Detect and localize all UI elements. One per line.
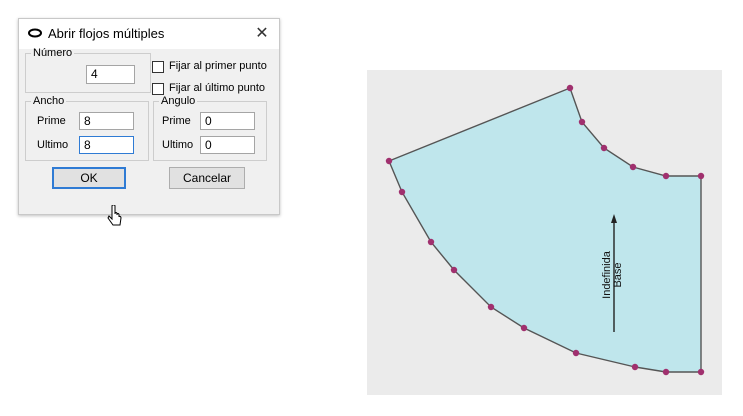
pattern-point[interactable] <box>427 238 435 246</box>
mouse-cursor-icon <box>107 205 122 226</box>
pattern-point[interactable] <box>520 324 528 332</box>
pattern-point[interactable] <box>398 188 406 196</box>
last-point-checkbox[interactable] <box>152 83 164 95</box>
pattern-point[interactable] <box>600 144 608 152</box>
pattern-drawing: Indefinida Base <box>385 84 705 376</box>
dialog-titlebar: Abrir flojos múltiples ✕ <box>19 19 279 49</box>
pattern-point[interactable] <box>697 368 705 376</box>
pattern-point[interactable] <box>572 349 580 357</box>
ancho-ultimo-label: Ultimo <box>37 139 69 151</box>
last-point-label: Fijar al último punto <box>169 82 265 94</box>
angulo-prime-label: Prime <box>162 115 191 127</box>
ancho-prime-label: Prime <box>37 115 66 127</box>
dialog-title: Abrir flojos múltiples <box>48 26 165 41</box>
close-button[interactable]: ✕ <box>251 23 273 45</box>
ancho-prime-input[interactable]: 8 <box>79 112 134 130</box>
pattern-point[interactable] <box>662 172 670 180</box>
cancel-button[interactable]: Cancelar <box>169 167 245 189</box>
pattern-piece[interactable] <box>388 87 702 373</box>
ancho-legend: Ancho <box>33 95 65 107</box>
pattern-point[interactable] <box>487 303 495 311</box>
ancho-ultimo-input[interactable]: 8 <box>79 136 134 154</box>
pattern-point[interactable] <box>385 157 393 165</box>
angulo-ultimo-input[interactable]: 0 <box>200 136 255 154</box>
pattern-point[interactable] <box>450 266 458 274</box>
pattern-point[interactable] <box>697 172 705 180</box>
numero-legend: Número <box>33 47 73 59</box>
numero-input[interactable]: 4 <box>86 65 135 84</box>
first-point-label: Fijar al primer punto <box>169 60 267 72</box>
pattern-point[interactable] <box>629 163 637 171</box>
pattern-point[interactable] <box>631 363 639 371</box>
pattern-point[interactable] <box>578 118 586 126</box>
pattern-point[interactable] <box>662 368 670 376</box>
pattern-label-base: Base <box>612 262 624 287</box>
dialog-window: Abrir flojos múltiples ✕ Número 4 Fijar … <box>18 18 280 226</box>
pattern-canvas[interactable]: Indefinida Base <box>367 70 722 395</box>
angulo-prime-input[interactable]: 0 <box>200 112 255 130</box>
ok-button[interactable]: OK <box>52 167 126 189</box>
first-point-checkbox[interactable] <box>152 61 164 73</box>
angulo-ultimo-label: Ultimo <box>162 139 194 151</box>
app-icon <box>28 28 42 38</box>
pattern-point[interactable] <box>566 84 574 92</box>
angulo-legend: Angulo <box>161 95 196 107</box>
